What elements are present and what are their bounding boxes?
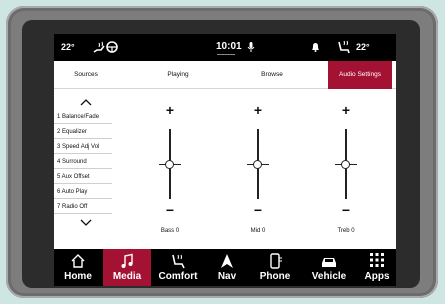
heated-steering-wheel-icon[interactable] [92,40,120,54]
treble-plus-button[interactable]: + [326,102,366,118]
navigation-arrow-icon [221,254,233,268]
nav-vehicle[interactable]: Vehicle [302,249,356,286]
chevron-up-icon[interactable] [80,98,92,106]
apps-grid-icon [370,253,384,267]
home-icon [71,254,85,268]
mid-plus-button[interactable]: + [238,102,278,118]
mid-minus-button[interactable]: − [238,202,278,218]
mid-slider[interactable]: + − Mid 0 [238,34,278,234]
tab-sources[interactable]: Sources [54,61,118,89]
treble-knob[interactable] [341,160,350,169]
notification-bell-icon[interactable] [311,42,320,52]
mid-label: Mid 0 [250,228,266,234]
menu-item-radio-off[interactable]: 7 Radio Off [54,200,112,214]
bass-label: Bass 0 [160,228,180,234]
nav-apps[interactable]: Apps [358,249,396,286]
bass-minus-button[interactable]: − [150,202,190,218]
music-note-icon [121,253,133,268]
clock-underline [217,54,235,55]
chevron-down-icon[interactable] [80,219,92,227]
infotainment-screen: 22° 10:01 22° Sources Playing Browse Aud… [54,34,396,286]
driver-temperature[interactable]: 22° [61,42,75,52]
nav-phone[interactable]: Phone [250,249,300,286]
menu-item-speed-adj-vol[interactable]: 3 Speed Adj Vol [54,140,112,154]
menu-item-aux-offset[interactable]: 5 Aux Offset [54,170,112,184]
nav-phone-label: Phone [259,271,291,282]
nav-comfort[interactable]: Comfort [152,249,204,286]
nav-nav-label: Nav [217,271,237,282]
phone-icon [270,253,282,269]
nav-media[interactable]: Media [103,249,151,286]
treble-slider[interactable]: + − Treb 0 [326,34,366,234]
mid-knob[interactable] [253,160,262,169]
car-icon [322,258,336,267]
nav-home-label: Home [64,271,92,282]
menu-item-balance-fade[interactable]: 1 Balance/Fade [54,110,112,124]
nav-apps-label: Apps [364,271,390,282]
bottom-nav: Home Media Comfort Nav Phone Vehicle App… [54,249,396,286]
menu-item-equalizer[interactable]: 2 Equalizer [54,125,112,139]
bass-knob[interactable] [165,160,174,169]
nav-media-label: Media [112,271,142,282]
bass-slider[interactable]: + − Bass 0 [150,34,190,234]
menu-item-auto-play[interactable]: 6 Auto Play [54,185,112,199]
bass-plus-button[interactable]: + [150,102,190,118]
nav-comfort-label: Comfort [158,271,198,282]
treble-label: Treb 0 [337,228,355,234]
nav-nav[interactable]: Nav [206,249,248,286]
nav-home[interactable]: Home [54,249,102,286]
nav-vehicle-label: Vehicle [311,271,347,282]
menu-item-surround[interactable]: 4 Surround [54,155,112,169]
treble-minus-button[interactable]: − [326,202,366,218]
seat-icon [172,254,185,269]
